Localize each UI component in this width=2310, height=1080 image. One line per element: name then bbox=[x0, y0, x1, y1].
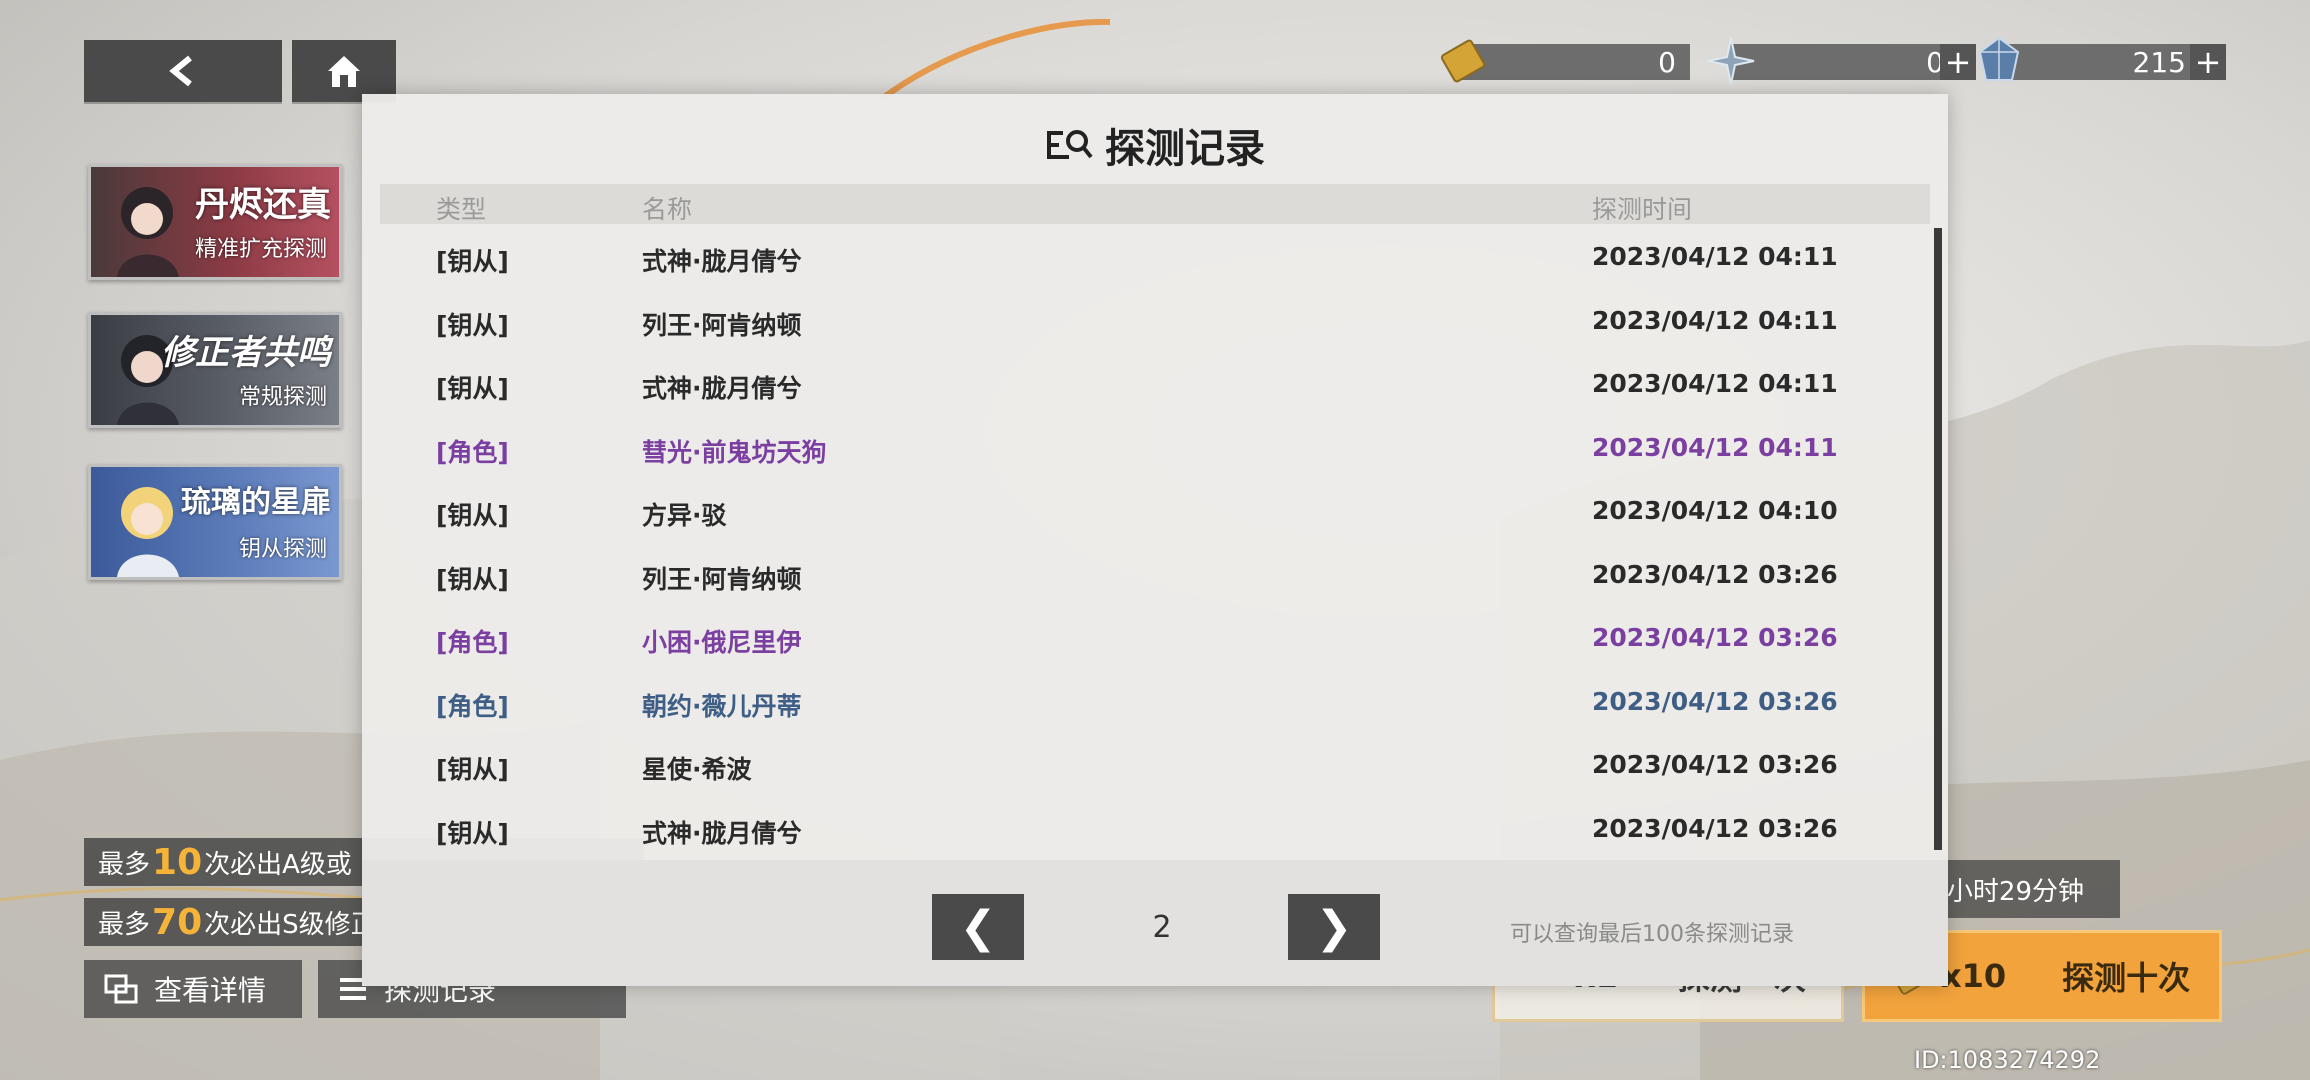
banner-correctors[interactable]: 修正者共鸣 常规探测 bbox=[88, 312, 342, 428]
next-page-button[interactable]: ❯ bbox=[1288, 894, 1380, 960]
record-row: [钥从] 式神·胧月倩兮 2023/04/12 04:11 bbox=[380, 351, 1920, 415]
record-time: 2023/04/12 03:26 bbox=[1592, 559, 1838, 589]
banner-title: 琉璃的星扉 bbox=[181, 485, 331, 520]
records-scrollbar[interactable] bbox=[1934, 228, 1942, 850]
record-row: [钥从] 式神·胧月倩兮 2023/04/12 03:26 bbox=[380, 796, 1920, 860]
record-time: 2023/04/12 03:26 bbox=[1592, 813, 1838, 843]
record-type: [钥从] bbox=[436, 818, 509, 848]
view-details-button[interactable]: 查看详情 bbox=[84, 960, 302, 1018]
ticket-icon bbox=[1440, 39, 1486, 83]
banner-title: 修正者共鸣 bbox=[161, 333, 331, 373]
strip-prefix: 最多 bbox=[98, 909, 151, 940]
draw-ten-count: x10 bbox=[1941, 957, 2007, 995]
record-row: [角色] 朝约·薇儿丹蒂 2023/04/12 03:26 bbox=[380, 669, 1920, 733]
record-name: 彗光·前鬼坊天狗 bbox=[642, 437, 827, 467]
record-time: 2023/04/12 04:10 bbox=[1592, 496, 1838, 525]
banner-subtitle: 钥从探测 bbox=[238, 537, 327, 562]
table-header: 类型 名称 探测时间 bbox=[380, 184, 1930, 224]
record-type: [角色] bbox=[436, 628, 509, 657]
record-time: 2023/04/12 04:11 bbox=[1592, 242, 1838, 271]
record-row: [角色] 彗光·前鬼坊天狗 2023/04/12 04:11 bbox=[380, 415, 1920, 479]
pagination-bar: ❮ 2 ❯ 可以查询最后100条探测记录 bbox=[362, 860, 1948, 986]
banner-subtitle: 精准扩充探测 bbox=[194, 237, 327, 262]
records-limit-hint: 可以查询最后100条探测记录 bbox=[1510, 922, 1794, 947]
prev-page-button[interactable]: ❮ bbox=[932, 894, 1024, 960]
record-name: 方异·驳 bbox=[642, 501, 727, 530]
records-list: [钥从] 式神·胧月倩兮 2023/04/12 04:11 [钥从] 列王·阿肯… bbox=[380, 224, 1920, 859]
record-type: [钥从] bbox=[436, 564, 509, 594]
header-time: 探测时间 bbox=[1592, 195, 1693, 224]
record-type: [钥从] bbox=[436, 374, 509, 403]
record-time: 2023/04/12 03:26 bbox=[1592, 750, 1838, 779]
strip-number: 70 bbox=[152, 901, 203, 943]
strip-prefix: 最多 bbox=[98, 849, 151, 880]
record-time: 2023/04/12 03:26 bbox=[1592, 686, 1838, 716]
record-row: [钥从] 式神·胧月倩兮 2023/04/12 04:11 bbox=[380, 224, 1920, 288]
banner-title: 丹烬还真 bbox=[195, 185, 331, 225]
gem-icon bbox=[1978, 36, 2020, 81]
banner-starlight[interactable]: 琉璃的星扉 钥从探测 bbox=[88, 464, 342, 580]
banner-danjin[interactable]: 丹烬还真 精准扩充探测 bbox=[88, 164, 342, 280]
detection-records-modal: 探测记录 类型 名称 探测时间 [钥从] 式神·胧月倩兮 2023/04/12 … bbox=[362, 94, 1948, 986]
details-icon bbox=[104, 974, 138, 1004]
star-crystal-icon bbox=[1707, 37, 1755, 85]
record-name: 小困·俄尼里伊 bbox=[642, 628, 802, 657]
record-name: 列王·阿肯纳顿 bbox=[642, 310, 802, 340]
user-id: ID:1083274292 bbox=[1914, 1046, 2101, 1074]
header-name: 名称 bbox=[642, 195, 693, 224]
view-details-label: 查看详情 bbox=[154, 974, 267, 1007]
strip-number: 10 bbox=[152, 841, 203, 883]
record-time: 2023/04/12 04:11 bbox=[1592, 305, 1838, 335]
current-page-number: 2 bbox=[1152, 910, 1172, 945]
record-type: [钥从] bbox=[436, 310, 509, 340]
record-type: [钥从] bbox=[436, 501, 509, 530]
record-row: [钥从] 方异·驳 2023/04/12 04:10 bbox=[380, 478, 1920, 542]
record-time: 2023/04/12 04:11 bbox=[1592, 432, 1838, 462]
record-time: 2023/04/12 03:26 bbox=[1592, 623, 1838, 652]
record-row: [钥从] 星使·希波 2023/04/12 03:26 bbox=[380, 732, 1920, 796]
strip-suffix: 次必出A级或 bbox=[204, 849, 352, 880]
record-type: [钥从] bbox=[436, 247, 509, 276]
back-arrow-icon bbox=[169, 55, 192, 87]
draw-ten-label: 探测十次 bbox=[2062, 959, 2191, 997]
modal-header: 探测记录 bbox=[362, 116, 1948, 174]
resource-ticket-value: 0 bbox=[1460, 44, 1690, 80]
banner-subtitle: 常规探测 bbox=[238, 385, 327, 410]
record-name: 星使·希波 bbox=[642, 755, 752, 784]
record-row: [钥从] 列王·阿肯纳顿 2023/04/12 03:26 bbox=[380, 542, 1920, 606]
record-name: 式神·胧月倩兮 bbox=[642, 247, 802, 276]
record-type: [角色] bbox=[436, 437, 509, 467]
record-type: [钥从] bbox=[436, 755, 509, 784]
record-row: [钥从] 列王·阿肯纳顿 2023/04/12 04:11 bbox=[380, 288, 1920, 352]
character-portrait-icon bbox=[117, 187, 179, 277]
header-type: 类型 bbox=[436, 195, 487, 224]
records-search-icon bbox=[1047, 130, 1093, 159]
record-name: 朝约·薇儿丹蒂 bbox=[642, 691, 802, 721]
record-name: 式神·胧月倩兮 bbox=[642, 818, 802, 848]
home-icon bbox=[328, 56, 360, 87]
record-time: 2023/04/12 04:11 bbox=[1592, 369, 1838, 398]
resource-gem-value: 215 bbox=[2000, 44, 2200, 80]
back-button[interactable] bbox=[84, 40, 282, 102]
record-type: [角色] bbox=[436, 691, 509, 721]
modal-title: 探测记录 bbox=[1105, 126, 1265, 172]
add-star-button[interactable]: + bbox=[1940, 44, 1976, 80]
add-gem-button[interactable]: + bbox=[2190, 44, 2226, 80]
home-button[interactable] bbox=[292, 40, 396, 102]
record-name: 列王·阿肯纳顿 bbox=[642, 564, 802, 594]
record-name: 式神·胧月倩兮 bbox=[642, 374, 802, 403]
record-row: [角色] 小困·俄尼里伊 2023/04/12 03:26 bbox=[380, 605, 1920, 669]
resource-star-value: 0 bbox=[1730, 44, 1958, 80]
